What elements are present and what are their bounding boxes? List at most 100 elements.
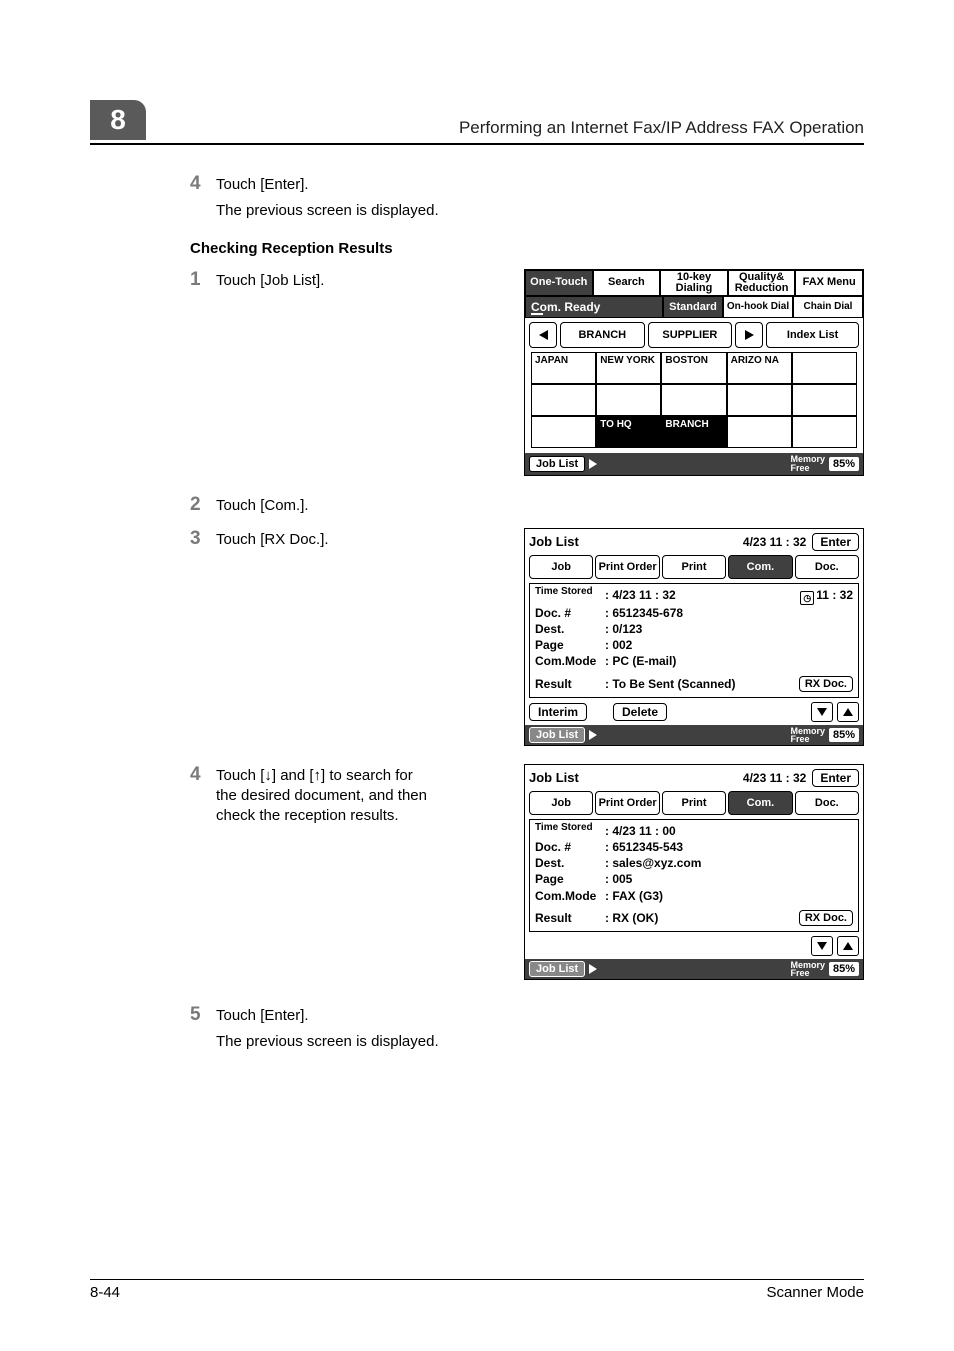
tab-doc[interactable]: Doc. bbox=[795, 555, 859, 579]
step-4-first: 4 Touch [Enter]. The previous screen is … bbox=[190, 173, 864, 226]
time-stored-value: : 4/23 11 : 00 bbox=[605, 823, 676, 839]
joblist-time: 4/23 11 : 32 bbox=[743, 771, 806, 785]
job-list-button[interactable]: Job List bbox=[529, 727, 585, 743]
onhook-dial-button[interactable]: On-hook Dial bbox=[723, 296, 793, 318]
step-number: 4 bbox=[190, 764, 216, 786]
page-label: Page bbox=[535, 871, 605, 887]
delete-button[interactable]: Delete bbox=[613, 703, 667, 721]
mode-label: Com.Mode bbox=[535, 888, 605, 904]
tab-job[interactable]: Job bbox=[529, 555, 593, 579]
onetouch-cell[interactable] bbox=[727, 416, 792, 448]
mode-value: : PC (E-mail) bbox=[605, 653, 676, 669]
tab-print-order[interactable]: Print Order bbox=[595, 791, 659, 815]
footer-title: Scanner Mode bbox=[766, 1284, 864, 1301]
tab-job[interactable]: Job bbox=[529, 791, 593, 815]
job-list-button[interactable]: Job List bbox=[529, 961, 585, 977]
dest-value: : sales@xyz.com bbox=[605, 855, 701, 871]
onetouch-cell[interactable] bbox=[792, 416, 857, 448]
rx-doc-button[interactable]: RX Doc. bbox=[799, 910, 853, 926]
step-text: Touch [Com.]. bbox=[216, 496, 864, 516]
dest-value: : 0/123 bbox=[605, 621, 642, 637]
page-value: : 002 bbox=[605, 637, 632, 653]
step-number: 1 bbox=[190, 269, 216, 291]
doc-label: Doc. # bbox=[535, 605, 605, 621]
clock-icon: ◷ bbox=[800, 591, 814, 605]
onetouch-cell[interactable]: JAPAN bbox=[531, 352, 596, 384]
prev-arrow-button[interactable] bbox=[529, 322, 557, 348]
onetouch-cell[interactable]: BRANCH bbox=[661, 416, 726, 448]
tab-print-order[interactable]: Print Order bbox=[595, 555, 659, 579]
step-text: Touch [Enter]. bbox=[216, 1006, 864, 1026]
result-value: : RX (OK) bbox=[605, 910, 658, 926]
next-arrow-button[interactable] bbox=[735, 322, 763, 348]
tab-com[interactable]: Com. bbox=[728, 791, 792, 815]
onetouch-cell[interactable]: BOSTON bbox=[661, 352, 726, 384]
chapter-header: 8 Performing an Internet Fax/IP Address … bbox=[90, 100, 864, 145]
joblist-time: 4/23 11 : 32 bbox=[743, 535, 806, 549]
result-label: Result bbox=[535, 676, 605, 692]
tab-faxmenu[interactable]: FAX Menu bbox=[795, 270, 863, 296]
tab-10key[interactable]: 10-key Dialing bbox=[660, 270, 728, 296]
tab-print[interactable]: Print bbox=[662, 791, 726, 815]
standard-button[interactable]: Standard bbox=[663, 296, 723, 318]
chain-dial-button[interactable]: Chain Dial bbox=[793, 296, 863, 318]
step-number: 3 bbox=[190, 528, 216, 550]
mode-label: Com.Mode bbox=[535, 653, 605, 669]
enter-button[interactable]: Enter bbox=[812, 769, 859, 787]
tab-search[interactable]: Search bbox=[593, 270, 661, 296]
time-stored-value: : 4/23 11 : 32 bbox=[605, 587, 676, 605]
interim-button[interactable]: Interim bbox=[529, 703, 587, 721]
step-subtext: The previous screen is displayed. bbox=[216, 201, 864, 221]
onetouch-cell[interactable]: ARIZO NA bbox=[727, 352, 792, 384]
down-arrow-button[interactable] bbox=[811, 702, 833, 722]
onetouch-cell[interactable] bbox=[531, 384, 596, 416]
doc-value: : 6512345-678 bbox=[605, 605, 683, 621]
joblist-title: Job List bbox=[529, 534, 579, 549]
onetouch-cell[interactable] bbox=[661, 384, 726, 416]
step-text: Touch [Job List]. bbox=[216, 269, 446, 291]
tab-quality[interactable]: Quality& Reduction bbox=[728, 270, 796, 296]
step-number: 2 bbox=[190, 494, 216, 520]
up-arrow-button[interactable] bbox=[837, 702, 859, 722]
onetouch-cell[interactable] bbox=[727, 384, 792, 416]
com-ready-label: Com. Ready bbox=[525, 296, 663, 318]
tab-onetouch[interactable]: One-Touch bbox=[525, 270, 593, 296]
supplier-button[interactable]: SUPPLIER bbox=[648, 322, 733, 348]
onetouch-cell[interactable] bbox=[792, 384, 857, 416]
tab-doc[interactable]: Doc. bbox=[795, 791, 859, 815]
job-list-button[interactable]: Job List bbox=[529, 456, 585, 472]
tab-com[interactable]: Com. bbox=[728, 555, 792, 579]
step-text: Touch [RX Doc.]. bbox=[216, 528, 446, 550]
dest-label: Dest. bbox=[535, 621, 605, 637]
up-arrow-button[interactable] bbox=[837, 936, 859, 956]
result-value: : To Be Sent (Scanned) bbox=[605, 676, 735, 692]
chapter-number: 8 bbox=[90, 100, 146, 140]
step-number: 4 bbox=[190, 173, 216, 226]
result-label: Result bbox=[535, 910, 605, 926]
joblist-panel-1: Job List 4/23 11 : 32 Enter Job Print Or… bbox=[524, 528, 864, 746]
dest-label: Dest. bbox=[535, 855, 605, 871]
joblist-panel-2: Job List 4/23 11 : 32 Enter Job Print Or… bbox=[524, 764, 864, 980]
step-subtext: The previous screen is displayed. bbox=[216, 1032, 864, 1052]
recording-time: ◷11 : 32 bbox=[800, 587, 853, 605]
section-heading: Checking Reception Results bbox=[190, 240, 864, 257]
play-icon bbox=[589, 459, 597, 469]
joblist-title: Job List bbox=[529, 770, 579, 785]
onetouch-cell[interactable] bbox=[531, 416, 596, 448]
onetouch-cell[interactable] bbox=[596, 384, 661, 416]
memory-free-label: MemoryFree 85% bbox=[790, 455, 859, 471]
onetouch-cell[interactable]: TO HQ bbox=[596, 416, 661, 448]
memory-free-label: MemoryFree 85% bbox=[790, 961, 859, 977]
onetouch-cell[interactable]: NEW YORK bbox=[596, 352, 661, 384]
step-number: 5 bbox=[190, 1004, 216, 1057]
onetouch-cell[interactable] bbox=[792, 352, 857, 384]
rx-doc-button[interactable]: RX Doc. bbox=[799, 676, 853, 692]
tab-print[interactable]: Print bbox=[662, 555, 726, 579]
index-list-button[interactable]: Index List bbox=[766, 322, 859, 348]
branch-button[interactable]: BRANCH bbox=[560, 322, 645, 348]
time-stored-label: Time Stored bbox=[535, 823, 605, 839]
onetouch-panel: One-Touch Search 10-key Dialing Quality&… bbox=[524, 269, 864, 476]
enter-button[interactable]: Enter bbox=[812, 533, 859, 551]
page-value: : 005 bbox=[605, 871, 632, 887]
down-arrow-button[interactable] bbox=[811, 936, 833, 956]
